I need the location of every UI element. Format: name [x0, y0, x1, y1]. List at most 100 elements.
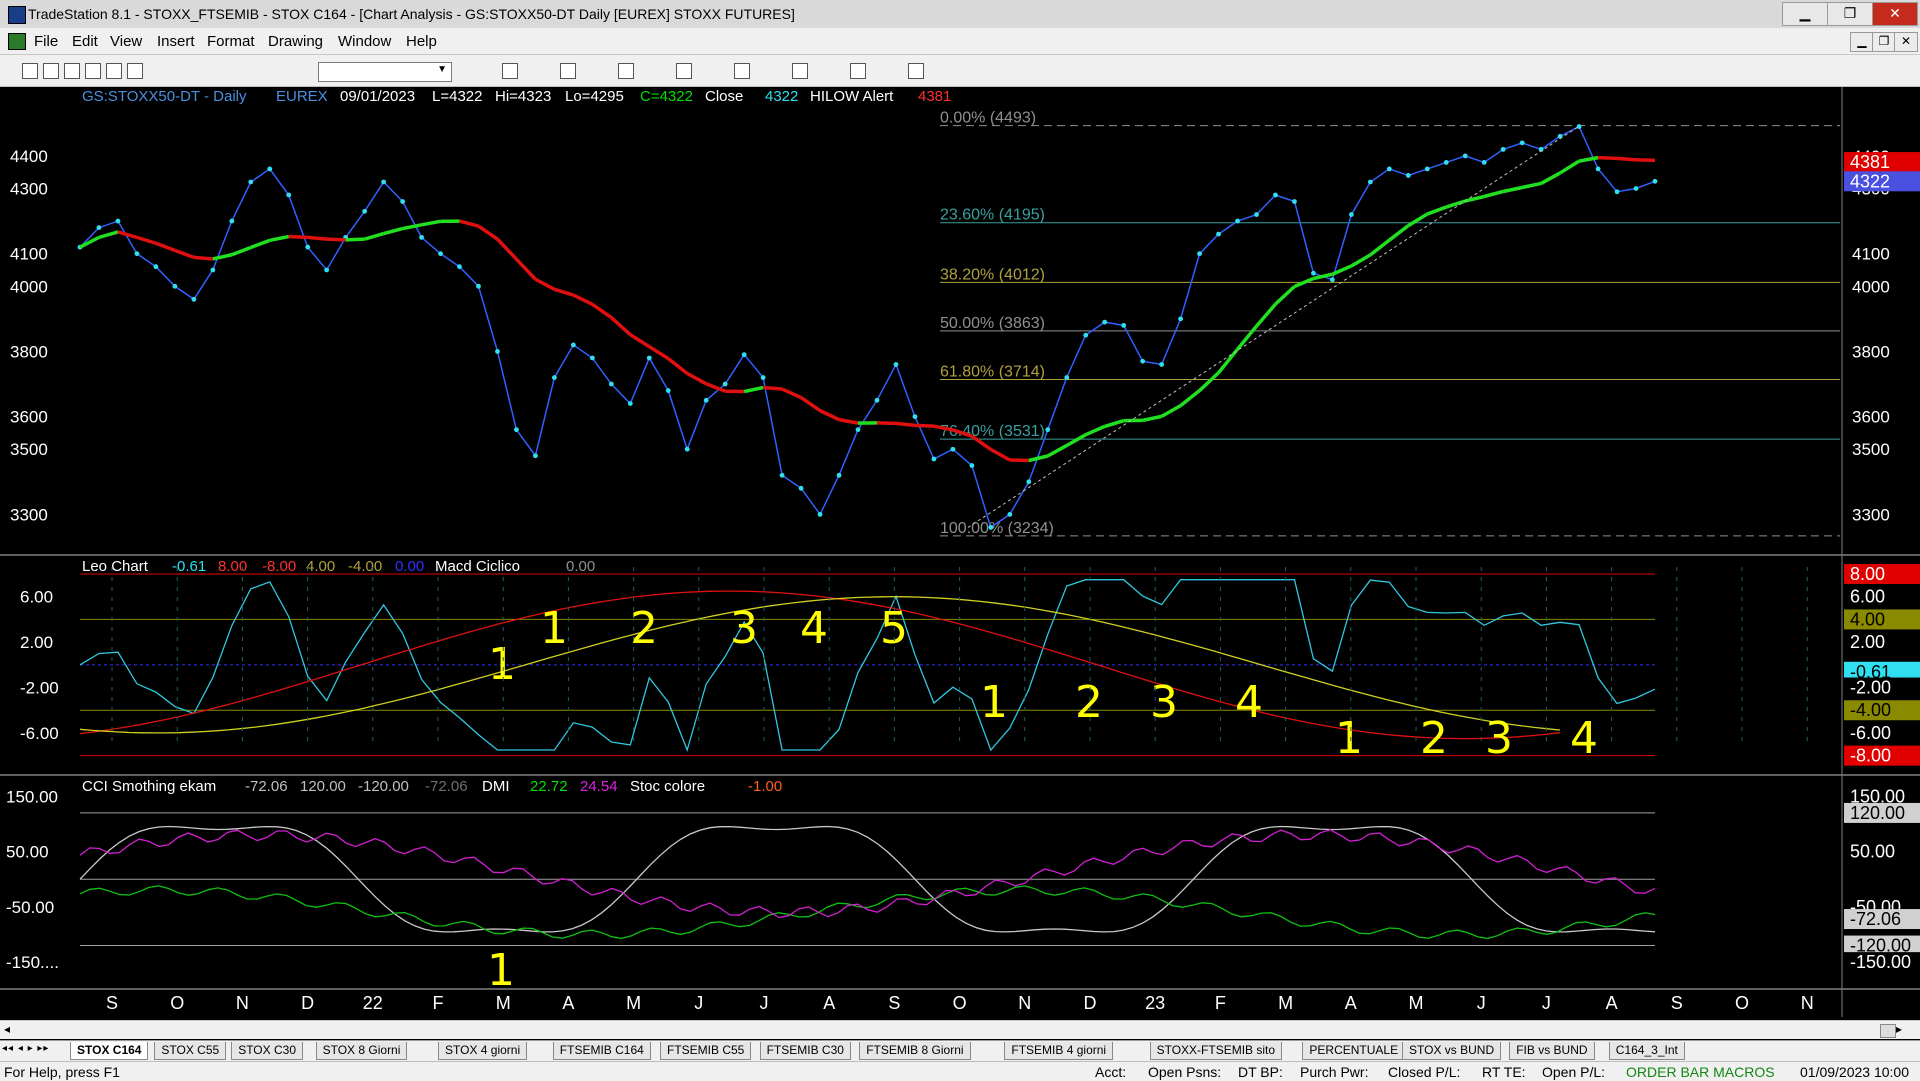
price-tick-right: 3600 [1852, 408, 1890, 427]
price-point [286, 193, 291, 198]
zoom-out-icon[interactable] [676, 63, 692, 79]
leo-badge: 8.00 [1850, 564, 1885, 584]
price-point [1045, 427, 1050, 432]
new-icon[interactable] [22, 63, 38, 79]
tab-5[interactable]: FTSEMIB C164 [553, 1042, 651, 1060]
price-point [1178, 316, 1183, 321]
close-button[interactable]: ✕ [1872, 2, 1918, 26]
price-point [1425, 167, 1430, 172]
handwritten-annotation: 4 [800, 603, 828, 654]
cube-icon[interactable] [502, 63, 518, 79]
leo-badge: 6.00 [1850, 587, 1885, 607]
tab-11[interactable]: PERCENTUALE [1302, 1042, 1405, 1060]
menu-window[interactable]: Window [338, 33, 391, 50]
price-point [571, 343, 576, 348]
handwritten-annotation: 2 [630, 603, 658, 654]
moving-average-segment [327, 239, 346, 240]
month-label: M [626, 993, 641, 1013]
globe-icon[interactable] [560, 63, 576, 79]
scroll-left-icon[interactable]: ◂ [4, 1022, 10, 1036]
price-tick-right: 3500 [1852, 440, 1890, 459]
menu-edit[interactable]: Edit [72, 33, 98, 50]
print-icon[interactable] [85, 63, 101, 79]
price-point [969, 463, 974, 468]
price-point [1406, 173, 1411, 178]
cci-stoc: Stoc colore [630, 778, 705, 795]
fib-icon[interactable] [850, 63, 866, 79]
header-alert-value: 4381 [918, 88, 951, 105]
header-date: 09/01/2023 [340, 88, 415, 105]
price-badge-alert: 4381 [1850, 152, 1890, 172]
status-acct: Acct: [1095, 1064, 1126, 1080]
tab-4[interactable]: STOX 4 giorni [438, 1042, 527, 1060]
menu-help[interactable]: Help [406, 33, 437, 50]
horizontal-scrollbar[interactable]: ◂ ▸ [0, 1020, 1920, 1039]
price-point [950, 447, 955, 452]
status-bar: For Help, press F1 Acct: Open Psns: DT B… [0, 1061, 1920, 1081]
status-order-bar-macros[interactable]: ORDER BAR MACROS [1626, 1064, 1775, 1080]
price-tick-right: 3800 [1852, 342, 1890, 361]
tab-7[interactable]: FTSEMIB C30 [760, 1042, 851, 1060]
maximize-button[interactable]: ❐ [1827, 2, 1873, 26]
month-label: A [562, 993, 574, 1013]
text-icon[interactable] [908, 63, 924, 79]
moving-average-segment [194, 257, 213, 259]
trendline-icon[interactable] [792, 63, 808, 79]
handwritten-annotation: 2 [1075, 677, 1103, 728]
tab-nav-arrows[interactable]: ◂◂ ◂ ▸ ▸▸ [2, 1043, 49, 1054]
price-point [894, 362, 899, 367]
month-label: D [301, 993, 314, 1013]
zoom-in-icon[interactable] [618, 63, 634, 79]
tab-2[interactable]: STOX C30 [231, 1042, 303, 1060]
menu-file[interactable]: File [34, 33, 58, 50]
tab-0[interactable]: STOX C164 [70, 1042, 148, 1060]
menu-drawing[interactable]: Drawing [268, 33, 323, 50]
mdi-restore-button[interactable]: ❐ [1872, 32, 1896, 52]
tab-12[interactable]: STOX vs BUND [1402, 1042, 1501, 1060]
price-point [135, 251, 140, 256]
menu-insert[interactable]: Insert [157, 33, 195, 50]
cci-badge: 50.00 [1850, 842, 1895, 862]
header-close_lbl: Close [705, 88, 743, 105]
minimize-button[interactable]: ▁ [1782, 2, 1828, 26]
tab-14[interactable]: C164_3_Int [1609, 1042, 1685, 1060]
scroll-thumb[interactable] [1880, 1024, 1896, 1038]
leo-title: Leo Chart [82, 558, 149, 575]
grid-icon[interactable] [127, 63, 143, 79]
open-icon[interactable] [43, 63, 59, 79]
leo-badge: -8.00 [1850, 746, 1891, 766]
tab-10[interactable]: STOXX-FTSEMIB sito [1150, 1042, 1282, 1060]
fib-label: 23.60% (4195) [940, 207, 1045, 224]
price-point [1577, 124, 1582, 129]
price-point [552, 375, 557, 380]
tab-13[interactable]: FIB vs BUND [1509, 1042, 1594, 1060]
menu-format[interactable]: Format [207, 33, 255, 50]
save-icon[interactable] [64, 63, 80, 79]
cci-badge: 120.00 [1850, 803, 1905, 823]
price-point [780, 473, 785, 478]
menu-bar: File Edit View Insert Format Drawing Win… [0, 28, 1920, 55]
tab-9[interactable]: FTSEMIB 4 giorni [1004, 1042, 1113, 1060]
price-point [1330, 277, 1335, 282]
price-point [761, 375, 766, 380]
cursor-icon[interactable] [734, 63, 750, 79]
month-label: F [1215, 993, 1226, 1013]
tab-8[interactable]: FTSEMIB 8 Giorni [859, 1042, 970, 1060]
chart-icon[interactable] [106, 63, 122, 79]
leo-v5: -4.00 [348, 558, 382, 575]
month-label: J [760, 993, 769, 1013]
tab-6[interactable]: FTSEMIB C55 [660, 1042, 751, 1060]
tab-1[interactable]: STOX C55 [154, 1042, 226, 1060]
handwritten-annotation: 2 [1420, 713, 1448, 764]
chart-area[interactable]: GS:STOXX50-DT - DailyEUREX09/01/2023L=43… [0, 87, 1920, 1020]
fib-label: 50.00% (3863) [940, 315, 1045, 332]
moving-average-segment [877, 423, 896, 424]
price-point [1102, 320, 1107, 325]
tab-3[interactable]: STOX 8 Giorni [316, 1042, 408, 1060]
price-point [1273, 193, 1278, 198]
symbol-dropdown[interactable]: ▼ [318, 62, 452, 82]
mdi-minimize-button[interactable]: ▁ [1850, 32, 1874, 52]
scroll-right-icon[interactable]: ▸ [1896, 1022, 1902, 1036]
mdi-close-button[interactable]: ✕ [1894, 32, 1918, 52]
menu-view[interactable]: View [110, 33, 142, 50]
